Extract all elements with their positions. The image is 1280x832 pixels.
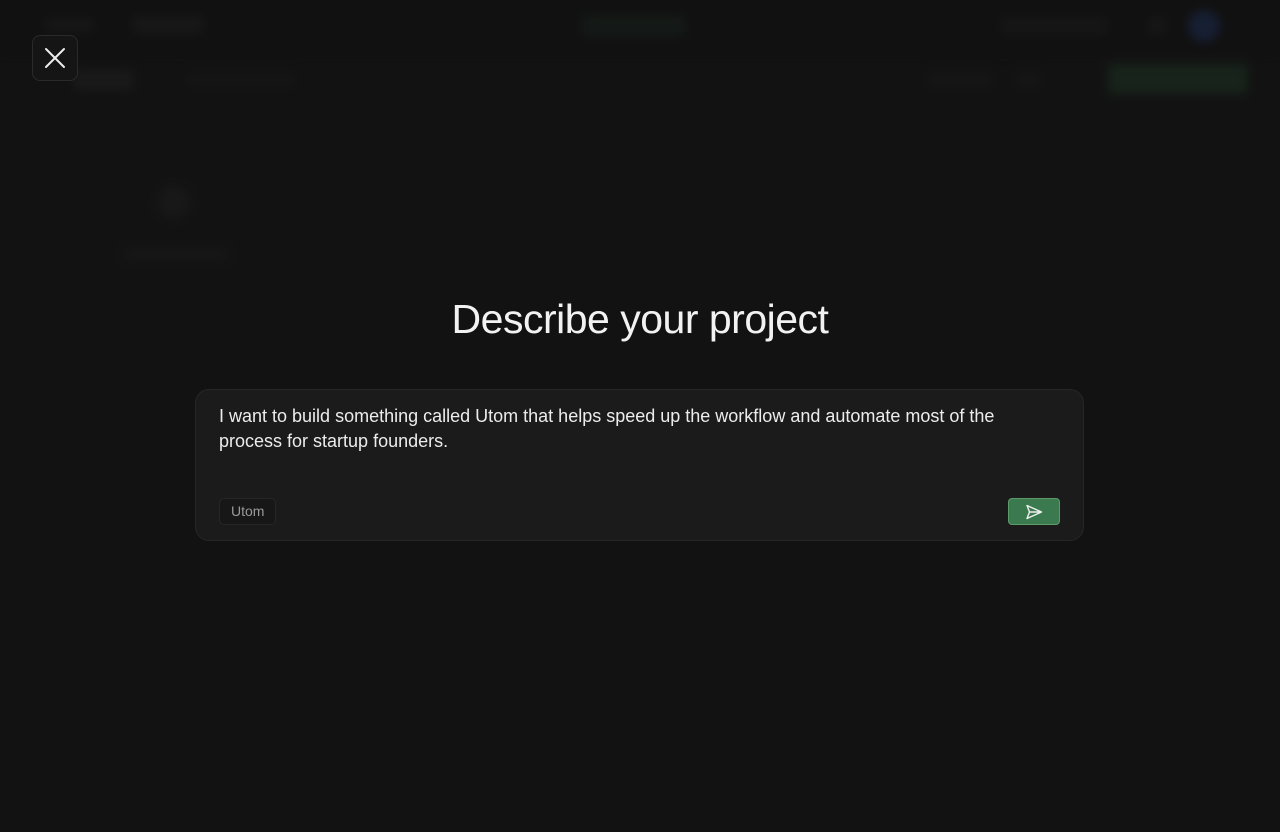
send-button[interactable] (1008, 498, 1060, 525)
close-button[interactable] (32, 35, 78, 81)
modal-title: Describe your project (451, 296, 829, 342)
project-description-input[interactable]: I want to build something called Utom th… (219, 404, 1059, 468)
project-name-tag[interactable]: Utom (219, 498, 277, 525)
prompt-card: I want to build something called Utom th… (195, 389, 1084, 541)
send-icon (1026, 504, 1043, 519)
close-icon (45, 48, 65, 68)
